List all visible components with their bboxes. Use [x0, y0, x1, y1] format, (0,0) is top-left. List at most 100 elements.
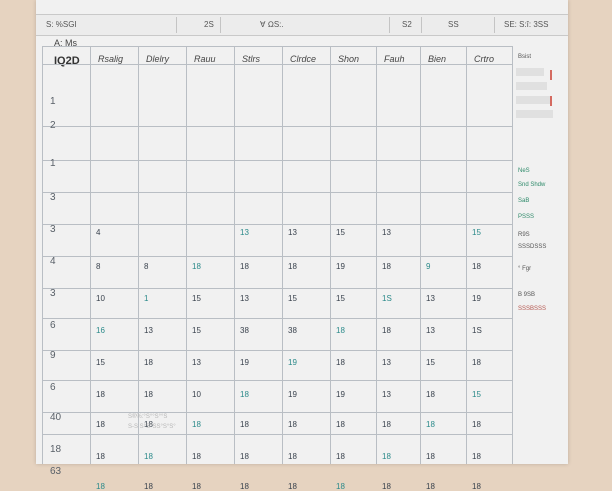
day-cell[interactable]: 18: [426, 420, 435, 429]
day-cell[interactable]: 18: [472, 452, 481, 461]
day-cell[interactable]: 15: [192, 294, 201, 303]
day-cell[interactable]: 18: [144, 482, 153, 491]
toolbar-seg-1[interactable]: S: %SGI: [46, 20, 77, 29]
day-cell[interactable]: 18: [336, 482, 345, 491]
day-cell[interactable]: 18: [144, 452, 153, 461]
day-cell[interactable]: 13: [288, 228, 297, 237]
day-cell[interactable]: 4: [96, 228, 100, 237]
day-cell[interactable]: 1S: [382, 294, 392, 303]
day-cell[interactable]: 18: [382, 420, 391, 429]
sidebar-note[interactable]: SSSDSSS: [518, 244, 546, 250]
day-cell[interactable]: 18: [382, 452, 391, 461]
day-cell[interactable]: 18: [336, 452, 345, 461]
day-cell[interactable]: 13: [192, 358, 201, 367]
day-cell[interactable]: 18: [240, 482, 249, 491]
day-cell[interactable]: 15: [96, 358, 105, 367]
day-cell[interactable]: 1: [144, 294, 148, 303]
day-cell[interactable]: 18: [192, 452, 201, 461]
day-cell[interactable]: 18: [336, 358, 345, 367]
day-cell[interactable]: 38: [288, 326, 297, 335]
day-cell[interactable]: 18: [472, 262, 481, 271]
day-cell[interactable]: 19: [240, 358, 249, 367]
day-cell[interactable]: 18: [426, 482, 435, 491]
day-cell[interactable]: 15: [192, 326, 201, 335]
day-cell[interactable]: 1S: [472, 326, 482, 335]
day-cell[interactable]: 18: [144, 390, 153, 399]
sidebar-note[interactable]: R9S: [518, 232, 530, 238]
day-cell[interactable]: 18: [240, 420, 249, 429]
day-cell[interactable]: 18: [96, 482, 105, 491]
day-cell[interactable]: 18: [382, 262, 391, 271]
day-cell[interactable]: 18: [472, 420, 481, 429]
day-cell[interactable]: 13: [240, 294, 249, 303]
toolbar-seg-2[interactable]: 2S: [204, 20, 214, 29]
day-cell[interactable]: 8: [96, 262, 100, 271]
day-cell[interactable]: 15: [472, 390, 481, 399]
day-cell[interactable]: 9: [426, 262, 430, 271]
day-cell[interactable]: 18: [240, 452, 249, 461]
day-cell[interactable]: 18: [96, 420, 105, 429]
day-cell[interactable]: 18: [240, 262, 249, 271]
day-cell[interactable]: 18: [288, 452, 297, 461]
column-header[interactable]: Rsalig: [98, 54, 123, 64]
column-header[interactable]: Crtro: [474, 54, 494, 64]
day-cell[interactable]: 19: [288, 358, 297, 367]
day-cell[interactable]: 8: [144, 262, 148, 271]
day-cell[interactable]: 15: [288, 294, 297, 303]
day-cell[interactable]: 13: [240, 228, 249, 237]
toolbar-seg-3[interactable]: ∀ ΩS:.: [260, 20, 284, 29]
toolbar-seg-4[interactable]: S2: [402, 20, 412, 29]
day-cell[interactable]: 16: [96, 326, 105, 335]
day-cell[interactable]: 18: [192, 482, 201, 491]
day-cell[interactable]: 15: [336, 294, 345, 303]
sidebar-note[interactable]: PSSS: [518, 214, 534, 220]
day-cell[interactable]: 18: [240, 390, 249, 399]
day-cell[interactable]: 18: [288, 420, 297, 429]
day-cell[interactable]: 18: [336, 326, 345, 335]
sidebar-note[interactable]: Snd Shdw: [518, 182, 545, 188]
day-cell[interactable]: 13: [144, 326, 153, 335]
day-cell[interactable]: 38: [240, 326, 249, 335]
day-cell[interactable]: 18: [192, 420, 201, 429]
day-cell[interactable]: 13: [382, 358, 391, 367]
day-cell[interactable]: 13: [382, 228, 391, 237]
day-cell[interactable]: 13: [426, 326, 435, 335]
sidebar-note[interactable]: SaB: [518, 198, 529, 204]
day-cell[interactable]: 18: [144, 358, 153, 367]
column-header[interactable]: Stlrs: [242, 54, 260, 64]
column-header[interactable]: Shon: [338, 54, 359, 64]
toolbar-seg-6[interactable]: SE: S:î: 3SS: [504, 20, 548, 29]
day-cell[interactable]: 18: [288, 262, 297, 271]
sidebar-note[interactable]: ° Fgr: [518, 266, 531, 272]
day-cell[interactable]: 15: [336, 228, 345, 237]
day-cell[interactable]: 18: [288, 482, 297, 491]
toolbar-seg-5[interactable]: SS: [448, 20, 459, 29]
sidebar-note[interactable]: NeS: [518, 168, 530, 174]
sidebar-note[interactable]: Bsist: [518, 54, 531, 60]
day-cell[interactable]: 18: [382, 482, 391, 491]
day-cell[interactable]: 18: [96, 390, 105, 399]
day-cell[interactable]: 18: [336, 420, 345, 429]
day-cell[interactable]: 19: [336, 390, 345, 399]
day-cell[interactable]: 18: [96, 452, 105, 461]
column-header[interactable]: Dlelry: [146, 54, 169, 64]
day-cell[interactable]: 19: [472, 294, 481, 303]
day-cell[interactable]: 15: [426, 358, 435, 367]
day-cell[interactable]: 10: [192, 390, 201, 399]
day-cell[interactable]: 18: [472, 482, 481, 491]
column-header[interactable]: Clrdce: [290, 54, 316, 64]
column-header[interactable]: Bien: [428, 54, 446, 64]
day-cell[interactable]: 15: [472, 228, 481, 237]
sidebar-note[interactable]: B 9SB: [518, 292, 535, 298]
day-cell[interactable]: 18: [426, 390, 435, 399]
day-cell[interactable]: 18: [472, 358, 481, 367]
sidebar-note[interactable]: SSSBSSS: [518, 306, 546, 312]
column-header[interactable]: Fauh: [384, 54, 405, 64]
day-cell[interactable]: 13: [426, 294, 435, 303]
day-cell[interactable]: 18: [192, 262, 201, 271]
day-cell[interactable]: 19: [288, 390, 297, 399]
day-cell[interactable]: 18: [382, 326, 391, 335]
day-cell[interactable]: 19: [336, 262, 345, 271]
column-header[interactable]: Rauu: [194, 54, 216, 64]
day-cell[interactable]: 18: [426, 452, 435, 461]
